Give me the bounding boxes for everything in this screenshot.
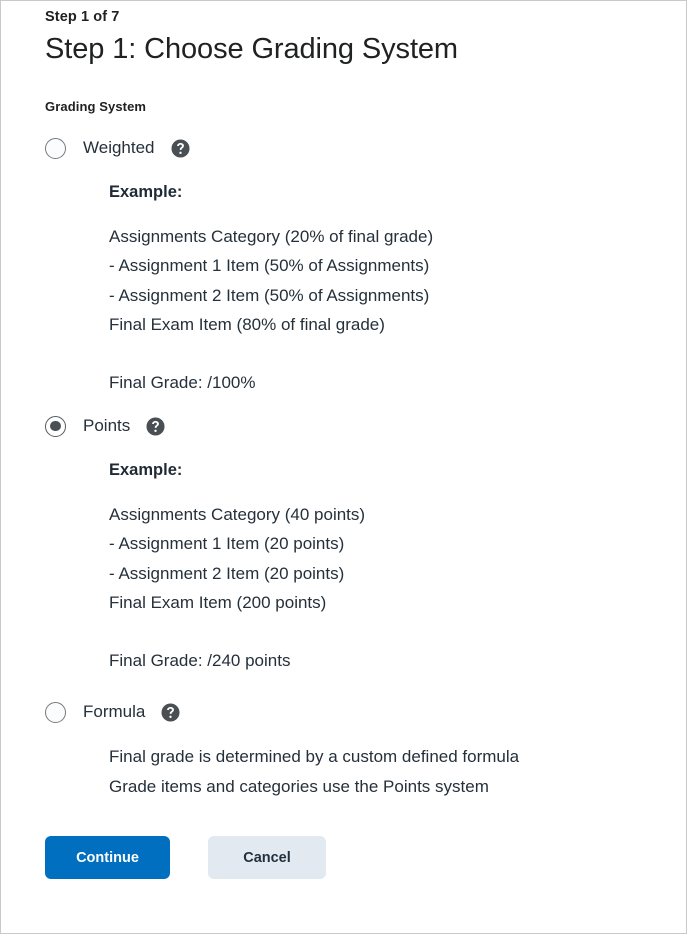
radio-formula[interactable] [45, 701, 66, 723]
radio-points[interactable] [45, 415, 66, 437]
example-line: - Assignment 2 Item (50% of Assignments) [109, 285, 430, 305]
example-line: Assignments Category (20% of final grade… [109, 227, 434, 246]
help-circle-icon[interactable] [161, 703, 180, 722]
step-eyebrow-text: Step 1 of 7 [45, 9, 120, 25]
example-line: Final Exam Item (200 points) [109, 593, 327, 613]
page-title: Step 1: Choose Grading System [45, 33, 458, 65]
action-button-row: Continue Cancel [45, 836, 666, 880]
radio-row-weighted[interactable]: Weighted [45, 137, 666, 159]
example-block-points: Example: Assignments Category (40 points… [109, 459, 666, 675]
radio-weighted[interactable] [45, 137, 66, 159]
example-line: - Assignment 1 Item (20 points) [109, 534, 345, 554]
help-circle-icon[interactable] [170, 138, 190, 158]
example-line: Final Exam Item (80% of final grade) [109, 314, 385, 334]
example-block-weighted: Example: Assignments Category (20% of fi… [109, 181, 666, 397]
example-line: - Assignment 1 Item (50% of Assignments) [109, 256, 430, 276]
final-grade-points: Final Grade: /240 points [109, 651, 291, 671]
example-heading: Example: [109, 461, 183, 480]
formula-description-line: Final grade is determined by a custom de… [109, 747, 520, 767]
formula-description: Final grade is determined by a custom de… [109, 742, 666, 802]
example-lines-weighted: Assignments Category (20% of final grade… [109, 222, 666, 339]
final-grade-weighted: Final Grade: /100% [109, 373, 256, 393]
formula-description-line: Grade items and categories use the Point… [109, 777, 489, 797]
grading-option-weighted: Weighted Example: Assignments Category (… [45, 137, 666, 397]
example-heading: Example: [109, 183, 183, 201]
radio-label-weighted[interactable]: Weighted [83, 137, 155, 159]
step-indicator: Step 1 of 7 Step 1: Choose Grading Syste… [45, 1, 666, 68]
continue-button[interactable]: Continue [45, 836, 170, 880]
cancel-button[interactable]: Cancel [208, 836, 326, 880]
example-lines-points: Assignments Category (40 points) - Assig… [109, 500, 666, 617]
example-line: - Assignment 2 Item (20 points) [109, 563, 345, 583]
grading-option-points: Points Example: Assignments Category (40… [45, 415, 666, 675]
grading-system-field-label: Grading System [45, 99, 147, 114]
radio-row-points[interactable]: Points [45, 415, 666, 437]
grading-option-formula: Formula Final grade is determined by a c… [45, 701, 666, 802]
radio-row-formula[interactable]: Formula [45, 701, 666, 723]
example-line: Assignments Category (40 points) [109, 505, 366, 525]
radio-label-formula[interactable]: Formula [83, 701, 145, 723]
help-circle-icon[interactable] [146, 417, 165, 436]
radio-label-points[interactable]: Points [83, 415, 130, 437]
grading-system-wizard-page: Step 1 of 7 Step 1: Choose Grading Syste… [0, 0, 687, 934]
